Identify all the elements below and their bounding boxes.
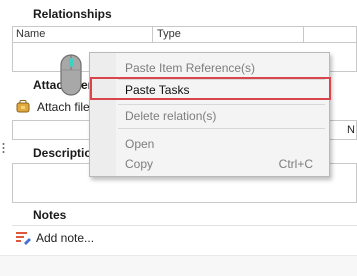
relationships-header-divider [12, 42, 357, 43]
notes-title: Notes [33, 208, 67, 222]
relationships-col-divider-1[interactable] [152, 27, 153, 42]
add-note-icon[interactable] [16, 231, 32, 245]
resize-grip-icon[interactable] [2, 142, 5, 154]
menu-item-copy-shortcut: Ctrl+C [278, 157, 313, 171]
context-menu: Paste Item Reference(s) Paste Tasks Dele… [89, 52, 330, 177]
context-menu-gutter [90, 53, 116, 176]
menu-separator [118, 128, 325, 129]
paste-tasks-highlight [90, 77, 331, 100]
menu-item-delete-relation[interactable]: Delete relation(s) [125, 109, 216, 123]
menu-item-paste-item-reference[interactable]: Paste Item Reference(s) [125, 61, 255, 75]
mouse-icon [60, 54, 82, 96]
column-header-name[interactable]: Name [16, 28, 45, 40]
relationships-col-divider-2[interactable] [303, 27, 304, 42]
relationships-title: Relationships [33, 7, 112, 21]
notes-divider [12, 225, 357, 226]
attach-file-icon[interactable] [16, 100, 30, 113]
bottom-strip [0, 256, 357, 276]
column-header-type[interactable]: Type [157, 28, 181, 40]
add-note-link[interactable]: Add note... [36, 231, 94, 245]
menu-item-copy[interactable]: Copy [125, 157, 153, 171]
menu-item-open[interactable]: Open [125, 137, 154, 151]
attachments-column-hint: N [347, 124, 355, 136]
menu-separator [118, 104, 325, 105]
